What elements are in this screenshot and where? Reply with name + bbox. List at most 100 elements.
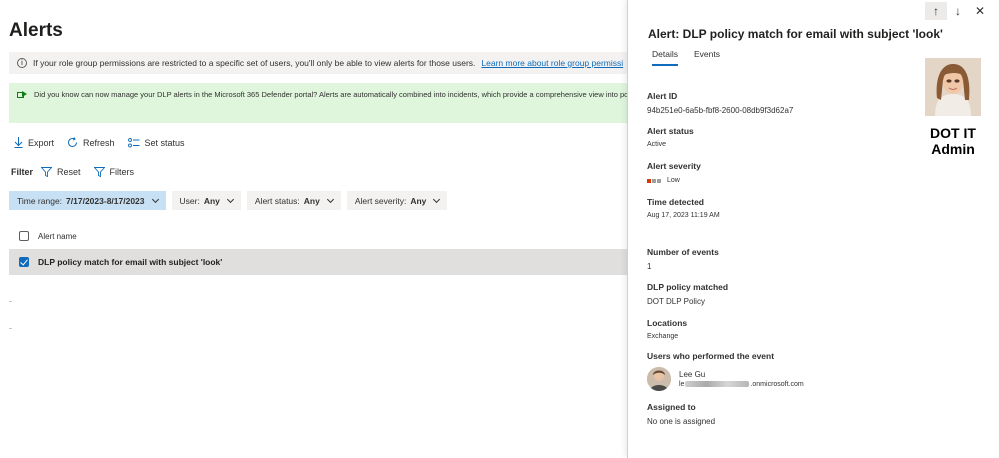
user-row[interactable]: Lee Gu le .onmicrosoft.com	[647, 367, 804, 391]
chevron-down-icon	[226, 195, 234, 203]
table-row[interactable]: DLP policy match for email with subject …	[9, 249, 627, 275]
alert-id-value: 94b251e0-6a5b-fbf8-2600-08db9f3d62a7	[647, 106, 794, 115]
locations-label: Locations	[647, 318, 688, 328]
chip-name: Time range:	[17, 195, 63, 206]
chevron-down-icon	[433, 195, 441, 203]
refresh-button[interactable]: Refresh	[67, 137, 115, 148]
users-label: Users who performed the event	[647, 351, 775, 361]
tab-details[interactable]: Details	[652, 49, 678, 66]
user-email: le .onmicrosoft.com	[679, 381, 804, 388]
time-detected-label: Time detected	[647, 197, 705, 207]
alert-status-filter[interactable]: Alert status: Any	[246, 191, 341, 210]
tab-events[interactable]: Events	[694, 49, 720, 66]
toolbar: Export Refresh Set status	[14, 137, 198, 148]
alert-status-field: Alert status Active	[647, 126, 694, 148]
filter-label: Filter	[11, 167, 34, 177]
admin-caption-line2: Admin	[931, 141, 975, 157]
previous-alert-button[interactable]: ↑	[925, 2, 947, 20]
panel-title: Alert: DLP policy match for email with s…	[648, 27, 943, 41]
time-detected-value: Aug 17, 2023 11:19 AM	[647, 212, 720, 219]
filters-label: Filters	[109, 167, 135, 177]
filter-icon	[93, 167, 105, 177]
defender-portal-banner: Did you know can now manage your DLP ale…	[9, 83, 627, 123]
number-of-events-label: Number of events	[647, 247, 719, 257]
export-button[interactable]: Export	[14, 137, 54, 148]
alert-severity-filter[interactable]: Alert severity: Any	[346, 191, 448, 210]
refresh-label: Refresh	[83, 137, 115, 148]
person-photo-icon	[925, 58, 981, 116]
alerts-page: Alerts i If your role group permissions …	[0, 0, 627, 458]
panel-controls: ↑ ↓ ✕	[925, 2, 991, 20]
dlp-policy-value: DOT DLP Policy	[647, 297, 705, 306]
panel-tabs: Details Events	[652, 49, 736, 66]
alert-severity-field: Alert severity Low	[647, 161, 701, 184]
info-text: If your role group permissions are restr…	[33, 58, 476, 68]
alert-id-field: Alert ID 94b251e0-6a5b-fbf8-2600-08db9f3…	[647, 91, 793, 115]
time-detected-field: Time detected Aug 17, 2023 11:19 AM	[647, 197, 720, 219]
alert-severity-label: Alert severity	[647, 161, 701, 171]
chip-value: Any	[203, 195, 220, 206]
time-range-filter[interactable]: Time range: 7/17/2023-8/17/2023	[9, 191, 166, 210]
assigned-to-field: Assigned to No one is assigned	[647, 402, 715, 426]
alert-status-label: Alert status	[647, 126, 694, 136]
status-list-icon	[127, 137, 140, 147]
severity-bar-icon	[652, 178, 656, 183]
row-checkbox[interactable]	[19, 257, 29, 267]
user-name: Lee Gu	[679, 370, 706, 379]
info-icon: i	[17, 58, 27, 68]
reset-filters-button[interactable]: Reset	[41, 167, 81, 177]
assigned-to-value: No one is assigned	[647, 417, 716, 426]
number-of-events-value: 1	[647, 262, 652, 271]
chip-name: Alert status:	[254, 195, 300, 206]
close-icon: ✕	[974, 4, 986, 18]
refresh-icon	[68, 137, 78, 147]
person-avatar-icon	[647, 367, 671, 391]
select-all-checkbox[interactable]	[19, 231, 29, 241]
megaphone-icon	[17, 91, 28, 98]
row-divider	[9, 301, 12, 302]
severity-bar-icon	[647, 178, 651, 183]
alert-details-panel: ↑ ↓ ✕ Alert: DLP policy match for email …	[627, 0, 999, 458]
next-alert-button[interactable]: ↓	[947, 2, 969, 20]
locations-field: Locations Exchange	[647, 318, 687, 340]
admin-caption: DOT IT Admin	[916, 125, 990, 157]
close-panel-button[interactable]: ✕	[969, 2, 991, 20]
number-of-events-field: Number of events 1	[647, 247, 719, 271]
filters-button[interactable]: Filters	[93, 167, 135, 177]
alert-id-label: Alert ID	[647, 91, 678, 101]
filter-row: Filter Reset Filters	[11, 167, 147, 177]
chip-value: Any	[410, 195, 427, 206]
download-icon	[14, 137, 23, 148]
alert-status-value: Active	[647, 141, 667, 148]
filter-chips: Time range: 7/17/2023-8/17/2023 User: An…	[9, 191, 453, 210]
users-field: Users who performed the event Lee Gu le.…	[647, 351, 804, 391]
dlp-policy-label: DLP policy matched	[647, 282, 729, 292]
admin-caption-line1: DOT IT	[930, 125, 976, 141]
chevron-down-icon	[326, 195, 334, 203]
severity-bar-icon	[657, 178, 661, 183]
dlp-policy-field: DLP policy matched DOT DLP Policy	[647, 282, 728, 306]
user-filter[interactable]: User: Any	[171, 191, 241, 210]
reset-filter-icon	[41, 167, 53, 177]
admin-photo	[925, 58, 981, 116]
user-email-prefix: le	[679, 381, 685, 388]
set-status-button[interactable]: Set status	[127, 137, 185, 148]
row-divider	[9, 328, 12, 329]
export-label: Export	[28, 137, 55, 148]
arrow-down-icon: ↓	[955, 4, 961, 18]
chevron-down-icon	[151, 195, 159, 203]
set-status-label: Set status	[144, 137, 185, 148]
chip-name: User:	[179, 195, 200, 206]
alert-name-cell: DLP policy match for email with subject …	[38, 257, 223, 267]
redacted-email-part	[685, 381, 750, 388]
severity-indicator: Low	[647, 177, 701, 184]
alert-name-column-header[interactable]: Alert name	[38, 232, 77, 241]
locations-value: Exchange	[647, 333, 679, 340]
page-title: Alerts	[9, 20, 63, 41]
chip-value: Any	[303, 195, 320, 206]
chip-name: Alert severity:	[354, 195, 407, 206]
assigned-to-label: Assigned to	[647, 402, 696, 412]
table-header: Alert name	[9, 226, 627, 246]
role-group-learn-more-link[interactable]: Learn more about role group permissi	[481, 58, 623, 68]
arrow-up-icon: ↑	[933, 4, 939, 18]
